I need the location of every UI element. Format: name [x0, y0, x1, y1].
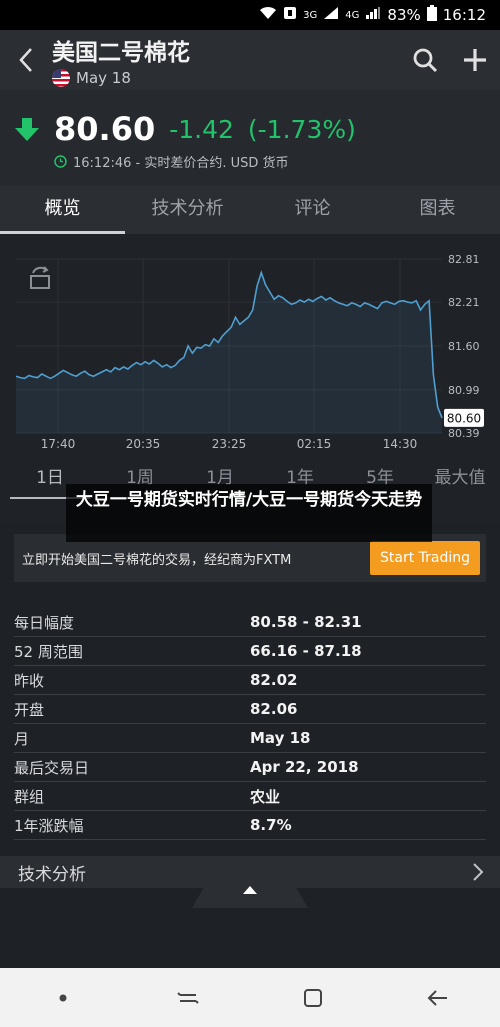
- x-tick-label: 14:30: [383, 437, 418, 451]
- rotate-screen-icon: [30, 266, 50, 289]
- stat-value: May 18: [250, 729, 311, 747]
- chevron-left-icon: [19, 48, 32, 72]
- quote-meta: 16:12:46 - 实时差价合约. USD 货币: [73, 156, 289, 171]
- price-change-percent: (-1.73%): [247, 114, 356, 144]
- price-change: -1.42: [169, 114, 234, 144]
- y-tick-label: 80.99: [448, 384, 480, 397]
- y-tick-label: 82.21: [448, 296, 480, 309]
- network-label-1: 3G: [303, 9, 318, 21]
- x-tick-label: 02:15: [297, 437, 332, 451]
- stat-row-1y-change: 1年涨跌幅 8.7%: [14, 811, 486, 840]
- title-block: 美国二号棉花 May 18: [52, 33, 400, 87]
- arrow-left-icon: [427, 989, 447, 1006]
- clock: 16:12: [442, 6, 486, 24]
- dot-icon: [59, 994, 66, 1001]
- stats-table: 每日幅度 80.58 - 82.31 52 周范围 66.16 - 87.18 昨收…: [0, 608, 500, 840]
- last-value-label: 80.60: [447, 411, 481, 425]
- recents-button[interactable]: [158, 973, 218, 1023]
- stat-value: 82.06: [250, 700, 298, 718]
- stat-label: 月: [14, 729, 30, 748]
- tab-chart[interactable]: 图表: [375, 186, 500, 234]
- clock-icon: [54, 155, 67, 168]
- tab-overview[interactable]: 概览: [0, 186, 125, 234]
- page-title: 美国二号棉花: [52, 40, 190, 66]
- battery-percent: 83%: [387, 6, 421, 24]
- contract-subtitle: May 18: [52, 69, 400, 87]
- signal-icon-2: [365, 6, 381, 24]
- system-nav-bar: [0, 968, 500, 1027]
- tab-bar: 概览 技术分析 评论 图表: [0, 186, 500, 234]
- stat-row-daily-range: 每日幅度 80.58 - 82.31: [14, 608, 486, 637]
- y-tick-label: 80.39: [448, 427, 480, 440]
- stat-label: 1年涨跌幅: [14, 816, 84, 835]
- tab-technical[interactable]: 技术分析: [125, 186, 250, 234]
- stat-label: 52 周范围: [14, 642, 83, 661]
- quote-panel: 80.60 -1.42 (-1.73%) 16:12:46 - 实时差价合约. …: [0, 90, 500, 186]
- y-tick-label: 81.60: [448, 340, 480, 353]
- technical-analysis-label: 技术分析: [18, 864, 86, 885]
- us-flag-icon: [52, 69, 70, 87]
- notification-icon: [283, 6, 297, 24]
- stat-label: 每日幅度: [14, 613, 75, 632]
- stat-row-last-trade: 最后交易日 Apr 22, 2018: [14, 753, 486, 782]
- stat-value: Apr 22, 2018: [250, 758, 359, 776]
- chevron-right-icon: [473, 863, 484, 881]
- caption-overlay: 大豆一号期货实时行情/大豆一号期货今天走势: [66, 484, 432, 542]
- stat-row-open: 开盘 82.06: [14, 695, 486, 724]
- stat-label: 昨收: [14, 671, 45, 690]
- stat-value: 农业: [250, 787, 281, 806]
- caret-up-icon: [243, 886, 257, 894]
- tab-comments[interactable]: 评论: [250, 186, 375, 234]
- x-tick-label: 17:40: [41, 437, 76, 451]
- stat-row-month: 月 May 18: [14, 724, 486, 753]
- add-button[interactable]: [450, 30, 500, 90]
- stat-value: 8.7%: [250, 816, 292, 834]
- stat-row-group: 群组 农业: [14, 782, 486, 811]
- stat-label: 最后交易日: [14, 758, 90, 777]
- promo-text: 立即开始美国二号棉花的交易，经纪商为FXTM: [22, 552, 292, 568]
- app-header: 美国二号棉花 May 18: [0, 30, 500, 90]
- plus-icon: [464, 49, 486, 71]
- range-max[interactable]: 最大值: [420, 463, 500, 499]
- start-trading-button[interactable]: Start Trading: [370, 541, 480, 575]
- home-button[interactable]: [283, 973, 343, 1023]
- last-price: 80.60: [54, 110, 156, 148]
- y-tick-label: 82.81: [448, 253, 480, 266]
- stat-row-52w-range: 52 周范围 66.16 - 87.18: [14, 637, 486, 666]
- arrow-down-icon: [15, 118, 39, 141]
- stat-value: 66.16 - 87.18: [250, 642, 362, 660]
- fullscreen-button[interactable]: [26, 264, 54, 292]
- x-tick-label: 23:25: [212, 437, 247, 451]
- stat-value: 80.58 - 82.31: [250, 613, 362, 631]
- search-icon: [413, 48, 438, 73]
- assistant-button[interactable]: [33, 973, 93, 1023]
- home-square-icon: [303, 988, 322, 1007]
- signal-icon-1: [323, 6, 339, 24]
- back-nav-button[interactable]: [408, 973, 468, 1023]
- stat-row-prev-close: 昨收 82.02: [14, 666, 486, 695]
- status-bar: 3G 4G 83% 16:12: [0, 0, 500, 30]
- battery-icon: [426, 5, 437, 25]
- wifi-icon: [259, 6, 277, 24]
- stat-value: 82.02: [250, 671, 298, 689]
- search-button[interactable]: [400, 30, 450, 90]
- stat-label: 群组: [14, 787, 45, 806]
- x-tick-label: 20:35: [126, 437, 161, 451]
- contract-month: May 18: [76, 69, 131, 87]
- recents-icon: [176, 991, 199, 1004]
- stat-label: 开盘: [14, 700, 45, 719]
- back-button[interactable]: [0, 30, 52, 90]
- price-chart[interactable]: 82.81 82.21 81.60 80.99 80.39 17:40 20:35 23:25…: [0, 234, 500, 464]
- network-label-2: 4G: [345, 9, 360, 21]
